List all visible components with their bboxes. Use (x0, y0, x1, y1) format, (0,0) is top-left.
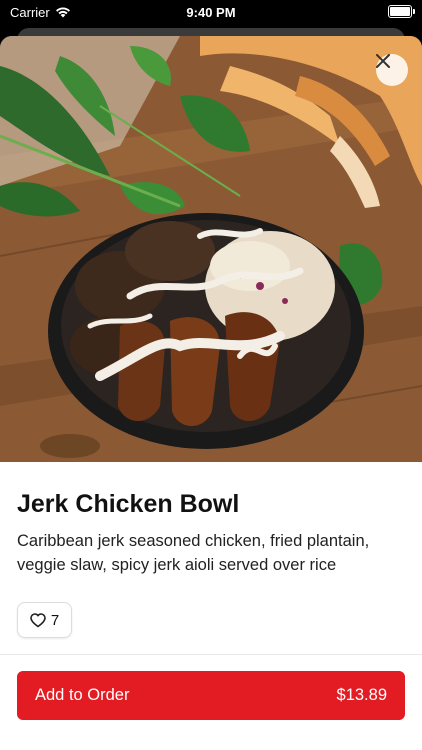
battery-icon (388, 5, 415, 18)
close-icon (376, 54, 390, 68)
food-photo-illustration (0, 36, 422, 462)
item-photo (0, 36, 422, 462)
bottom-bar: Add to Order $13.89 (0, 654, 422, 750)
close-button[interactable] (376, 54, 408, 86)
carrier-label: Carrier (10, 4, 50, 20)
item-description: Caribbean jerk seasoned chicken, fried p… (17, 532, 370, 574)
like-button[interactable]: 7 (17, 602, 72, 638)
wifi-icon (55, 7, 70, 18)
item-detail-sheet: Jerk Chicken Bowl Caribbean jerk seasone… (0, 36, 422, 750)
add-to-order-label: Add to Order (35, 686, 130, 704)
add-to-order-button[interactable]: Add to Order $13.89 (17, 671, 405, 720)
carrier-info: Carrier (10, 5, 71, 20)
item-price: $13.89 (336, 686, 387, 704)
item-details: Jerk Chicken Bowl Caribbean jerk seasone… (0, 462, 422, 638)
heart-icon (30, 612, 46, 627)
item-title: Jerk Chicken Bowl (17, 490, 240, 518)
like-count: 7 (50, 611, 60, 629)
status-bar: Carrier 9:40 PM (0, 0, 422, 24)
